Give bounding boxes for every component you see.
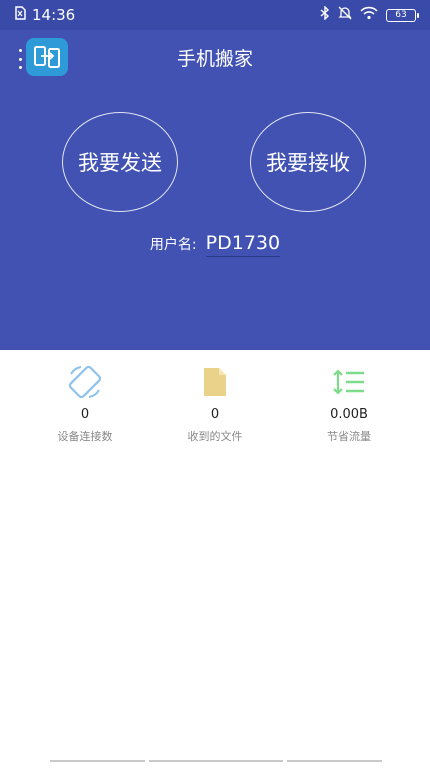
hero-panel: 手机搬家 我要发送 我要接收 用户名: PD1730	[0, 30, 430, 350]
bottom-indicator	[50, 760, 382, 762]
username-value[interactable]: PD1730	[205, 232, 281, 257]
username-label: 用户名:	[149, 237, 197, 253]
stat-devices-label: 设备连接数	[57, 430, 113, 443]
stat-files: 0 收到的文件	[150, 365, 280, 444]
indicator-segment	[149, 760, 283, 762]
stat-files-value: 0	[210, 407, 220, 422]
status-right: 63	[320, 5, 419, 24]
sim-icon	[14, 6, 26, 24]
app-title: 手机搬家	[176, 48, 253, 70]
send-button[interactable]: 我要发送	[62, 112, 178, 212]
stat-devices-value: 0	[80, 407, 90, 422]
bluetooth-icon	[320, 5, 330, 24]
stat-traffic-value: 0.00B	[330, 407, 368, 422]
status-bar: 14:36 63	[0, 0, 430, 30]
status-left: 14:36	[14, 6, 75, 24]
username-row: 用户名: PD1730	[0, 232, 430, 257]
stat-devices: 0 设备连接数	[20, 365, 150, 444]
status-time: 14:36	[32, 6, 76, 24]
indicator-segment	[286, 760, 382, 762]
mute-icon	[338, 6, 352, 24]
stat-files-label: 收到的文件	[187, 430, 243, 443]
battery-level: 63	[395, 10, 407, 20]
wifi-icon	[360, 6, 378, 24]
rotate-device-icon	[20, 365, 150, 399]
stat-traffic: 0.00B 节省流量	[284, 365, 414, 444]
file-icon	[150, 365, 280, 399]
sort-list-icon	[284, 365, 414, 399]
indicator-segment	[50, 760, 146, 762]
stats-row: 0 设备连接数 0 收到的文件 0.00B 节省流量	[0, 365, 430, 455]
stat-traffic-label: 节省流量	[327, 430, 371, 443]
receive-button[interactable]: 我要接收	[250, 112, 366, 212]
battery-icon: 63	[386, 8, 419, 22]
